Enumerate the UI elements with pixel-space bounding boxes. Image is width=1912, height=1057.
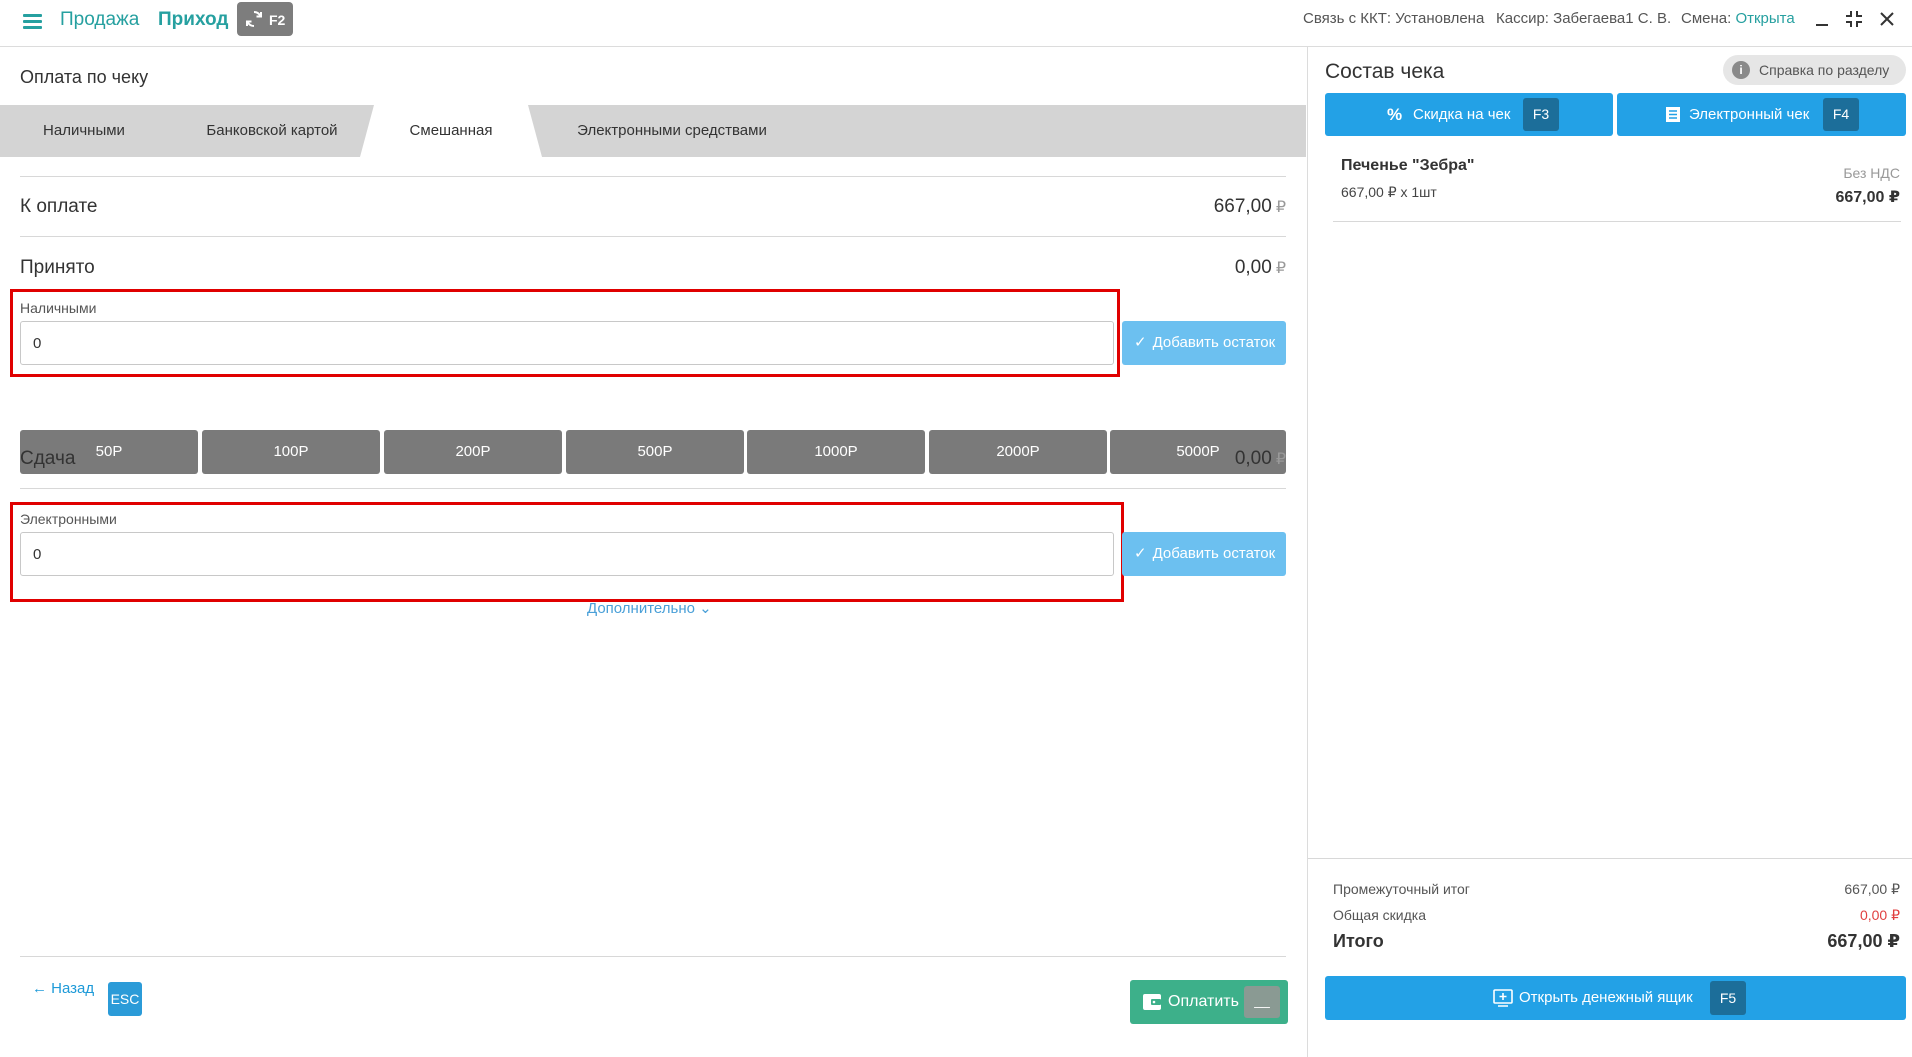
total-label: Итого (1333, 931, 1384, 951)
bill-200-button[interactable]: 200Р (384, 430, 562, 474)
percent-icon: % (1387, 105, 1403, 124)
bill-1000-button[interactable]: 1000Р (747, 430, 925, 474)
esc-key-badge: ESC (108, 982, 142, 1016)
page-title: Оплата по чеку (20, 67, 149, 87)
divider (20, 488, 1286, 489)
divider (1308, 858, 1912, 859)
discount-label: Скидка на чек (1413, 106, 1511, 123)
item-name: Печенье "Зебра" (1341, 157, 1475, 174)
back-button[interactable]: ← Назад (32, 980, 94, 997)
pay-key-badge: __ (1244, 986, 1280, 1018)
help-label: Справка по разделу (1759, 62, 1890, 78)
divider (20, 176, 1286, 177)
bill-2000-button[interactable]: 2000Р (929, 430, 1107, 474)
discount-total-value: 0,00 ₽ (1859, 907, 1900, 923)
receipt-icon (1666, 107, 1680, 122)
tab-mixed[interactable]: Смешанная (360, 105, 542, 157)
accepted-label: Принято (20, 257, 95, 278)
discount-total-label: Общая скидка (1333, 907, 1427, 923)
to-pay-label: К оплате (20, 196, 98, 217)
arrow-left-icon: ← (32, 980, 47, 997)
bill-buttons: 50Р 100Р 200Р 500Р 1000Р 2000Р 5000Р (20, 430, 1286, 474)
total-value: 667,00 ₽ (1827, 931, 1900, 951)
check-icon: ✓ (1134, 545, 1147, 562)
subtotal-value: 667,00 ₽ (1844, 881, 1900, 897)
discount-button[interactable]: % Скидка на чек F3 (1325, 93, 1613, 136)
close-icon[interactable] (1876, 8, 1898, 30)
bill-500-button[interactable]: 500Р (566, 430, 744, 474)
change-amount: 0,00 (1234, 448, 1272, 469)
kkt-status-value: Установлена (1395, 10, 1485, 27)
add-rest-electronic-label: Добавить остаток (1152, 545, 1276, 562)
accepted-value: 0,00 ₽ (1235, 257, 1286, 279)
cash-input[interactable] (20, 321, 1114, 365)
shift-status: Смена: Открыта (1681, 10, 1795, 27)
currency-sign: ₽ (1275, 451, 1286, 468)
help-button[interactable]: i Справка по разделу (1723, 55, 1906, 85)
kkt-status: Связь с ККТ: Установлена (1303, 10, 1484, 27)
pay-label: Оплатить (1168, 993, 1239, 1010)
tab-electronic[interactable]: Электронными средствами (560, 105, 784, 157)
minimize-icon[interactable] (1811, 8, 1833, 30)
open-drawer-key-badge: F5 (1710, 981, 1746, 1015)
currency-sign: ₽ (1275, 260, 1286, 277)
electronic-check-label: Электронный чек (1689, 106, 1810, 123)
payment-tabs: Наличными Банковской картой Смешанная Эл… (0, 105, 1306, 157)
add-rest-electronic-button[interactable]: ✓ Добавить остаток (1122, 532, 1286, 576)
receipt-panel: Состав чека i Справка по разделу % Скидк… (1307, 47, 1912, 1057)
electronic-check-key-badge: F4 (1823, 98, 1859, 131)
chevron-down-icon: ⌄ (699, 600, 712, 617)
currency-sign: ₽ (1275, 199, 1286, 216)
info-icon: i (1732, 61, 1750, 79)
add-rest-cash-button[interactable]: ✓ Добавить остаток (1122, 321, 1286, 365)
payment-panel: Оплата по чеку Наличными Банковской карт… (0, 47, 1306, 1057)
electronic-field-label: Электронными (20, 511, 117, 527)
kkt-status-label: Связь с ККТ: (1303, 10, 1396, 27)
mode-income-link[interactable]: Приход (158, 9, 228, 31)
item-sum: 667,00 ₽ (1835, 189, 1900, 206)
pay-button[interactable]: Оплатить __ (1130, 980, 1288, 1024)
back-label: Назад (51, 980, 95, 997)
check-icon: ✓ (1134, 334, 1147, 351)
bill-100-button[interactable]: 100Р (202, 430, 380, 474)
change-label: Сдача (20, 448, 76, 469)
cash-field-label: Наличными (20, 300, 97, 316)
sync-key: F2 (269, 12, 286, 28)
divider (1333, 221, 1901, 222)
divider (20, 236, 1286, 237)
divider (20, 956, 1286, 957)
change-value: 0,00 ₽ (1235, 448, 1286, 470)
discount-key-badge: F3 (1523, 98, 1559, 131)
receipt-title: Состав чека (1325, 60, 1445, 83)
hamburger-menu-icon[interactable] (20, 9, 46, 31)
item-vat: Без НДС (1843, 165, 1900, 181)
open-drawer-label: Открыть денежный ящик (1519, 989, 1693, 1006)
electronic-check-button[interactable]: Электронный чек F4 (1617, 93, 1906, 136)
extra-options-label: Дополнительно (587, 600, 695, 617)
shift-status-label: Смена: (1681, 10, 1736, 27)
top-bar: Продажа Приход F2 Связь с ККТ: Установле… (0, 0, 1912, 47)
wallet-icon (1143, 994, 1161, 1010)
cashier-name: Кассир: Забегаева1 С. В. (1496, 10, 1672, 27)
subtotal-label: Промежуточный итог (1333, 881, 1470, 897)
tab-cash[interactable]: Наличными (0, 105, 168, 157)
electronic-input[interactable] (20, 532, 1114, 576)
sync-icon (246, 11, 262, 27)
to-pay-amount: 667,00 (1213, 196, 1272, 217)
cash-drawer-icon (1493, 989, 1513, 1007)
shift-status-value: Открыта (1735, 10, 1795, 27)
open-drawer-button[interactable]: Открыть денежный ящик F5 (1325, 976, 1906, 1020)
mode-sale-link[interactable]: Продажа (60, 9, 139, 31)
tab-bank-card[interactable]: Банковской картой (183, 105, 361, 157)
add-rest-cash-label: Добавить остаток (1152, 334, 1276, 351)
fullscreen-exit-icon[interactable] (1843, 8, 1865, 30)
sync-button[interactable]: F2 (237, 2, 293, 36)
accepted-amount: 0,00 (1234, 257, 1272, 278)
to-pay-value: 667,00 ₽ (1214, 196, 1286, 218)
item-quantity: 667,00 ₽ x 1шт (1341, 184, 1437, 200)
